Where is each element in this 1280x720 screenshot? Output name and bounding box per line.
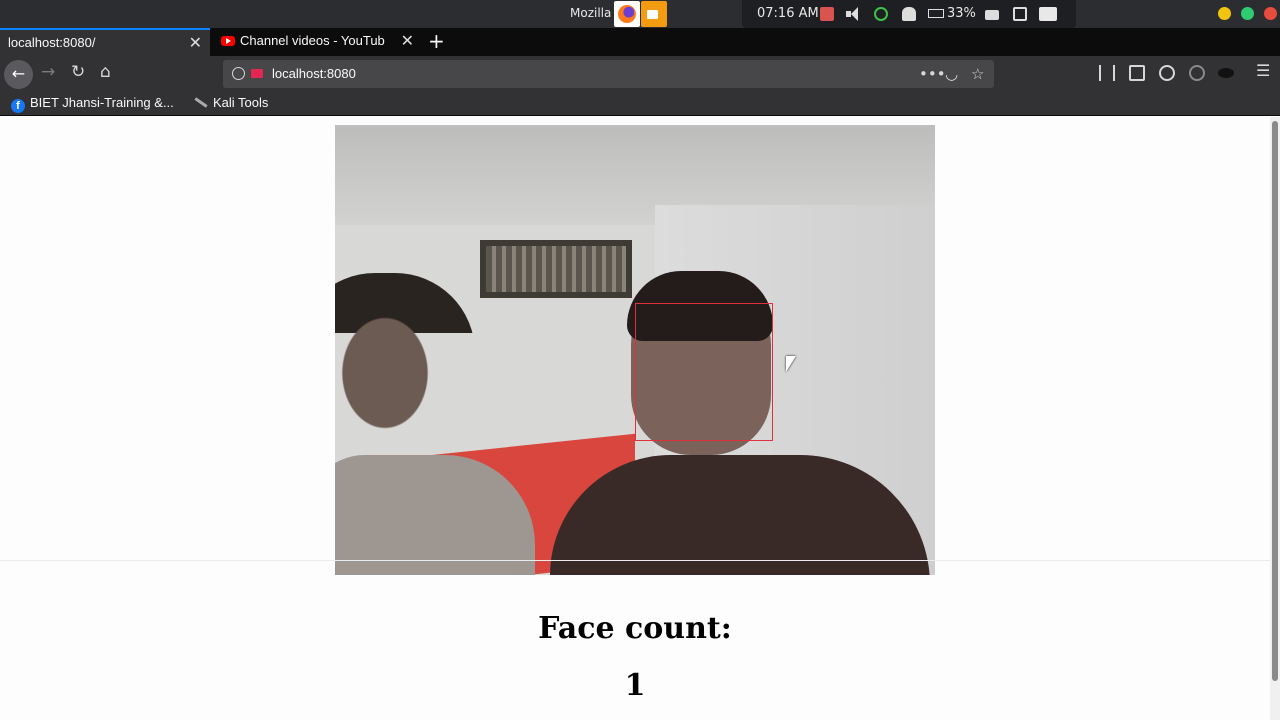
sidebar-icon[interactable] — [1129, 65, 1145, 81]
wall-vent — [480, 240, 632, 298]
tab-localhost[interactable]: localhost:8080/ ✕ — [0, 28, 210, 56]
maximize-button[interactable] — [1241, 7, 1254, 20]
bookmark-kali-tools[interactable]: Kali Tools — [194, 95, 268, 110]
hamburger-menu-icon[interactable]: ☰ — [1256, 61, 1270, 80]
logout-icon[interactable] — [1013, 7, 1027, 21]
extension-icon[interactable] — [1218, 68, 1234, 78]
url-text[interactable]: localhost:8080 — [272, 66, 356, 81]
youtube-icon — [221, 36, 235, 46]
tab-youtube[interactable]: Channel videos - YouTub ✕ — [212, 28, 422, 56]
screenshot-icon[interactable] — [1039, 7, 1057, 21]
site-info-icon[interactable] — [232, 67, 245, 80]
minimize-button[interactable] — [1218, 7, 1231, 20]
tab-label: localhost:8080/ — [8, 35, 96, 50]
divider — [0, 560, 1270, 561]
webcam-video-feed — [335, 125, 935, 575]
url-bar[interactable]: localhost:8080 ••• ◡ ☆ — [223, 60, 994, 88]
new-tab-button[interactable]: + — [428, 29, 445, 53]
os-top-bar — [0, 0, 1280, 28]
forward-button[interactable]: → — [41, 62, 55, 82]
face-count-label: Face count: — [538, 611, 732, 646]
face-detection-box — [635, 303, 773, 441]
facebook-icon: f — [11, 99, 25, 113]
notification-bell-icon[interactable] — [902, 7, 916, 21]
scrollbar-thumb[interactable] — [1272, 121, 1278, 681]
battery-percent: 33% — [947, 6, 976, 21]
close-tab-icon[interactable]: ✕ — [189, 33, 202, 53]
lock-icon[interactable] — [985, 10, 999, 20]
mouse-cursor — [786, 356, 796, 372]
firefox-icon[interactable] — [614, 1, 640, 27]
battery-icon[interactable] — [928, 9, 944, 18]
navigation-toolbar: ← → ↻ ⌂ localhost:8080 ••• ◡ ☆ ☰ — [0, 56, 1280, 92]
clock[interactable]: 07:16 AM — [757, 6, 819, 21]
bookmark-label: Kali Tools — [213, 95, 269, 110]
face-count-value: 1 — [624, 668, 646, 703]
volume-icon[interactable] — [846, 7, 860, 21]
close-tab-icon[interactable]: ✕ — [401, 31, 414, 51]
camera-app-icon[interactable] — [641, 1, 667, 27]
close-window-button[interactable] — [1264, 7, 1277, 20]
pocket-icon[interactable]: ◡ — [945, 65, 958, 83]
reload-button[interactable]: ↻ — [71, 62, 85, 82]
page-actions-icon[interactable]: ••• — [919, 65, 946, 83]
scrollbar[interactable] — [1270, 117, 1280, 720]
tab-strip: localhost:8080/ ✕ Channel videos - YouTu… — [0, 28, 1280, 56]
kali-icon — [194, 97, 208, 108]
camera-permission-icon[interactable] — [251, 69, 263, 78]
bookmark-biet[interactable]: f BIET Jhansi-Training &... — [11, 95, 174, 113]
library-icon[interactable] — [1099, 65, 1115, 81]
extension-icon[interactable] — [1189, 65, 1205, 81]
tab-label: Channel videos - YouTub — [240, 33, 385, 48]
record-icon[interactable] — [820, 7, 834, 21]
person-left-head — [335, 273, 475, 575]
bookmarks-toolbar: f BIET Jhansi-Training &... Kali Tools — [0, 92, 1280, 116]
network-icon[interactable] — [874, 7, 888, 21]
back-button[interactable]: ← — [4, 60, 33, 89]
home-button[interactable]: ⌂ — [100, 62, 111, 82]
bookmark-label: BIET Jhansi-Training &... — [30, 95, 174, 110]
bookmark-star-icon[interactable]: ☆ — [971, 65, 984, 83]
account-icon[interactable] — [1159, 65, 1175, 81]
